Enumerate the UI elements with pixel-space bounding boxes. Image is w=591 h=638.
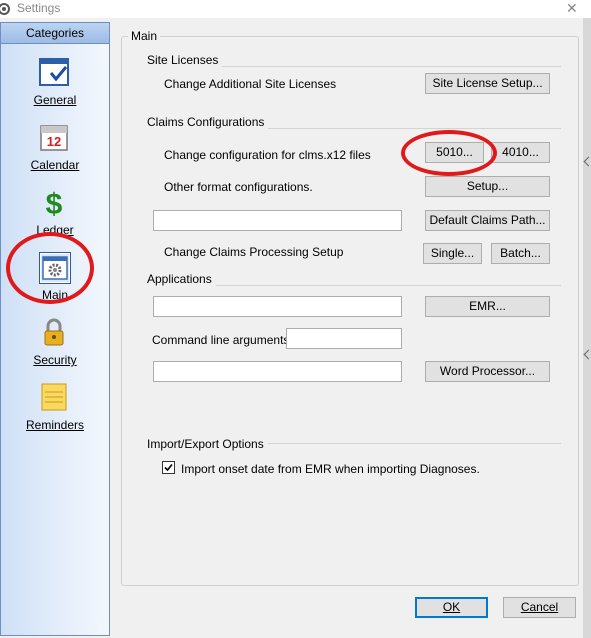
category-label: Reminders [25, 418, 85, 432]
claims-path-input[interactable] [153, 210, 402, 231]
config-5010-button[interactable]: 5010... [425, 142, 484, 163]
checkmark-icon [164, 463, 173, 472]
calendar-icon: 12 [40, 125, 68, 151]
category-label: General [33, 93, 77, 107]
main-group-title: Main [128, 29, 161, 43]
word-processor-path-input[interactable] [153, 361, 402, 382]
categories-panel: Categories General 12 Calendar $ Ledger … [0, 22, 110, 636]
site-licenses-label: Change Additional Site Licenses [164, 77, 337, 91]
category-general[interactable]: General [1, 57, 109, 117]
checkbox-window-icon [39, 58, 69, 86]
cmd-args-input[interactable] [286, 328, 402, 349]
claims-processing-label: Change Claims Processing Setup [164, 245, 344, 259]
category-label: Security [33, 353, 77, 367]
setup-button[interactable]: Setup... [425, 176, 550, 197]
window-title: Settings [17, 1, 61, 15]
svg-text:12: 12 [47, 134, 61, 149]
x12-config-label: Change configuration for clms.x12 files [164, 148, 371, 162]
category-security[interactable]: Security [1, 317, 109, 377]
single-button[interactable]: Single... [423, 243, 482, 264]
dollar-icon: $ [46, 188, 63, 217]
close-icon[interactable]: ✕ [566, 0, 578, 17]
notepad-icon [41, 383, 67, 411]
other-format-label: Other format configurations. [164, 180, 313, 194]
gear-icon [0, 3, 10, 15]
background-window-edge [583, 18, 591, 638]
category-label: Ledger [36, 223, 74, 237]
emr-path-input[interactable] [153, 296, 402, 317]
cmd-args-label: Command line arguments: [152, 333, 293, 347]
gear-window-icon [39, 252, 71, 284]
claims-config-title: Claims Configurations [147, 115, 269, 129]
padlock-icon [44, 318, 64, 346]
category-label: Main [41, 288, 68, 302]
import-export-title: Import/Export Options [147, 437, 268, 451]
import-onset-label: Import onset date from EMR when importin… [181, 462, 480, 476]
default-claims-path-button[interactable]: Default Claims Path... [425, 210, 550, 231]
svg-text:$: $ [46, 188, 63, 217]
site-licenses-title: Site Licenses [147, 53, 223, 67]
categories-header: Categories [1, 23, 109, 44]
import-onset-checkbox[interactable] [162, 461, 175, 474]
word-processor-button[interactable]: Word Processor... [425, 361, 550, 382]
cancel-button[interactable]: Cancel [503, 597, 576, 618]
emr-button[interactable]: EMR... [425, 296, 550, 317]
applications-title: Applications [147, 272, 216, 286]
site-license-setup-button[interactable]: Site License Setup... [425, 73, 550, 94]
category-label: Calendar [30, 158, 80, 172]
config-4010-button[interactable]: 4010... [491, 142, 550, 163]
ok-button[interactable]: OK [415, 597, 488, 618]
batch-button[interactable]: Batch... [491, 243, 550, 264]
category-main[interactable]: Main [1, 252, 109, 312]
category-calendar[interactable]: 12 Calendar [1, 122, 109, 182]
category-reminders[interactable]: Reminders [1, 382, 109, 442]
title-bar: Settings ✕ [0, 0, 591, 18]
category-ledger[interactable]: $ Ledger [1, 187, 109, 247]
